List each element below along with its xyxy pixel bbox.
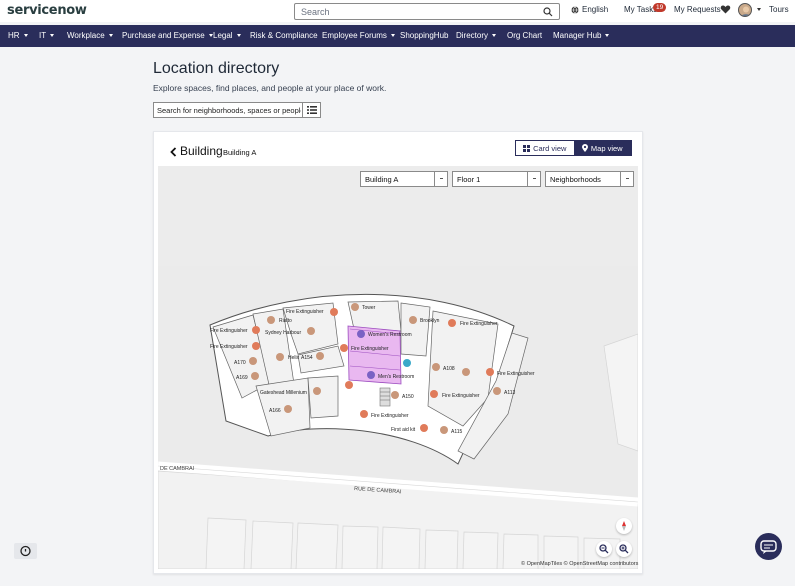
map-label: Fire Extinguisher <box>460 321 498 327</box>
page-subtitle: Explore spaces, find places, and people … <box>153 83 387 93</box>
floor-map[interactable]: DE CAMBRAI RUE DE CAMBRAI Fire Extinguis… <box>158 166 638 569</box>
zoom-out-icon <box>599 544 609 554</box>
map-label: A154 <box>301 355 313 361</box>
nav-item-hr[interactable]: HR <box>8 31 28 40</box>
card-view-button[interactable]: Card view <box>516 141 574 155</box>
map-label: A166 <box>269 408 281 414</box>
heart-icon[interactable] <box>720 4 731 15</box>
list-icon <box>307 106 317 114</box>
map-label: Tower <box>362 305 376 311</box>
card-view-label: Card view <box>533 143 567 153</box>
layer-select[interactable]: Neighborhoods <box>545 171 634 187</box>
chevron-down-icon <box>236 34 241 37</box>
page-title: Location directory <box>153 60 280 77</box>
chevron-down-icon[interactable] <box>757 8 761 11</box>
map-label: Men's Restroom <box>378 374 414 380</box>
global-search[interactable] <box>294 3 560 20</box>
zoom-in-button[interactable] <box>616 541 632 557</box>
compass-button[interactable] <box>616 518 632 534</box>
tours-link[interactable]: Tours <box>769 5 789 14</box>
nav-item-purchase-expense[interactable]: Purchase and Expense <box>122 31 213 40</box>
language-selector[interactable]: English <box>571 5 608 14</box>
map-label: Brooklyn <box>420 318 440 324</box>
nav-item-risk-compliance[interactable]: Risk & Compliance <box>250 31 318 40</box>
map-label: Women's Restroom <box>368 332 412 338</box>
map-view-label: Map view <box>590 143 623 153</box>
map-label: A113 <box>504 390 516 396</box>
zoom-in-icon <box>619 544 629 554</box>
building-heading: Building <box>180 144 223 158</box>
servicenow-logo[interactable]: servicenow <box>7 3 87 18</box>
chevron-down-icon <box>605 34 610 37</box>
building-select-value: Building A <box>365 175 399 184</box>
global-search-input[interactable] <box>301 5 531 19</box>
map-label: Fire Extinguisher <box>371 413 409 419</box>
chevron-down-icon <box>492 34 497 37</box>
chevron-down-icon <box>108 34 113 37</box>
globe-icon <box>571 5 579 14</box>
layer-select-value: Neighborhoods <box>550 175 601 184</box>
chevron-left-icon[interactable] <box>170 147 177 157</box>
map-label: Gateshead Millenium <box>260 390 307 396</box>
map-label: Fire Extinguisher <box>210 328 248 334</box>
nav-item-shoppinghub[interactable]: ShoppingHub <box>400 31 448 40</box>
floor-select[interactable]: Floor 1 <box>452 171 541 187</box>
street-label: DE CAMBRAI <box>160 466 195 472</box>
chevron-down-icon <box>390 34 395 37</box>
nav-item-workplace[interactable]: Workplace <box>67 31 113 40</box>
map-label: A108 <box>443 366 455 372</box>
building-name: Building A <box>223 148 257 157</box>
my-requests-link[interactable]: My Requests <box>674 5 721 14</box>
chevron-down-icon <box>23 34 28 37</box>
map-label: Helix <box>288 355 300 361</box>
view-toggle: Card view Map view <box>515 140 632 156</box>
chevron-down-icon <box>50 34 55 37</box>
chevron-down-icon <box>620 172 633 186</box>
chat-button[interactable] <box>755 533 782 560</box>
map-view-button[interactable]: Map view <box>573 141 631 155</box>
chevron-down-icon <box>527 172 540 186</box>
map-label: A169 <box>236 375 248 381</box>
chat-bubble-icon <box>760 540 777 554</box>
map-label: First aid kit <box>391 427 416 433</box>
help-circle-icon <box>20 545 31 557</box>
map-pin-icon <box>581 144 588 152</box>
search-icon[interactable] <box>543 7 553 17</box>
tasks-count-badge: 19 <box>653 3 667 12</box>
map-label: Rialto <box>279 318 292 324</box>
nav-item-it[interactable]: IT <box>39 31 55 40</box>
list-view-button[interactable] <box>302 102 321 118</box>
nav-item-legal[interactable]: Legal <box>213 31 241 40</box>
nav-item-manager-hub[interactable]: Manager Hub <box>553 31 610 40</box>
support-button[interactable] <box>14 543 37 559</box>
main-navbar: HR IT Workplace Purchase and Expense Leg… <box>0 25 795 47</box>
directory-search[interactable] <box>153 102 303 118</box>
map-label: Fire Extinguisher <box>210 344 248 350</box>
map-label: A170 <box>234 360 246 366</box>
grid-icon <box>523 144 531 152</box>
user-avatar[interactable] <box>738 3 752 17</box>
nav-item-directory[interactable]: Directory <box>456 31 497 40</box>
floor-plan-svg: DE CAMBRAI RUE DE CAMBRAI Fire Extinguis… <box>158 166 638 569</box>
directory-search-input[interactable] <box>157 104 301 116</box>
nav-item-employee-forums[interactable]: Employee Forums <box>322 31 395 40</box>
compass-icon <box>622 521 626 531</box>
map-label: A115 <box>451 429 463 435</box>
map-label: Fire Extinguisher <box>351 346 389 352</box>
nav-item-org-chart[interactable]: Org Chart <box>507 31 542 40</box>
map-label: Fire Extinguisher <box>497 371 535 377</box>
map-label: A150 <box>402 394 414 400</box>
map-label: Fire Extinguisher <box>442 393 480 399</box>
floor-select-value: Floor 1 <box>457 175 481 184</box>
map-label: Sydney Harbour <box>265 330 301 336</box>
chevron-down-icon <box>434 172 447 186</box>
map-label: Fire Extinguisher <box>286 309 324 315</box>
map-attribution[interactable]: © OpenMapTiles © OpenStreetMap contribut… <box>521 561 638 567</box>
top-header: servicenow English My Tasks 19 My Reques… <box>0 0 795 22</box>
building-select[interactable]: Building A <box>360 171 448 187</box>
zoom-out-button[interactable] <box>596 541 612 557</box>
language-label: English <box>582 5 609 14</box>
